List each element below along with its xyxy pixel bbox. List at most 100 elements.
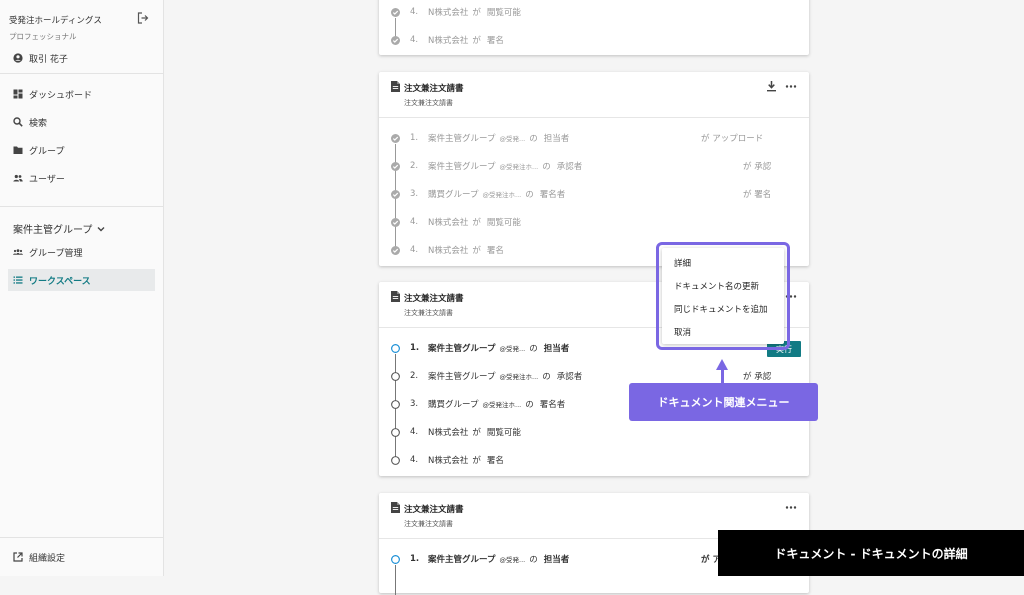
document-card: 注文兼注文請書 注文兼注文請書 1. 案件主管グループ @受発... の 担当者… (379, 72, 809, 266)
check-circle-icon (391, 35, 400, 45)
step-group: 購買グループ (428, 400, 479, 410)
workflow-step: 4. N株式会社 が 署名 (391, 32, 801, 48)
card-subtitle: 注文兼注文請書 (404, 99, 453, 107)
step-org: @受発注ホ... (482, 191, 522, 199)
step-number: 4. (410, 427, 419, 437)
check-circle-icon (391, 245, 400, 255)
card-title: 注文兼注文請書 (404, 84, 464, 94)
sidebar-item-label: ユーザー (29, 174, 65, 185)
step-connector-text: の (525, 190, 534, 200)
card-header: 注文兼注文請書 注文兼注文請書 (379, 72, 809, 118)
step-role: 閲覧可能 (486, 8, 521, 18)
step-connector-text: が (472, 246, 481, 256)
step-number: 1. (410, 554, 420, 564)
step-role: 担当者 (543, 555, 570, 565)
sidebar-item-dashboard[interactable]: ダッシュボード (8, 83, 155, 105)
sidebar-item-label: 組織設定 (29, 553, 66, 564)
callout-arrow-icon (716, 359, 728, 370)
workflow-step: 2. 案件主管グループ @受発注ホ... の 承認者 が 承認 (391, 158, 801, 174)
document-card: 4. N株式会社 が 閲覧可能 4. N株式会社 が 署名 (379, 0, 809, 55)
folder-icon (13, 146, 23, 154)
step-connector-text: が (472, 36, 481, 46)
document-icon (391, 291, 400, 302)
pending-step-circle-icon (391, 455, 400, 465)
step-group: 案件主管グループ (428, 372, 496, 382)
sidebar-item-workspace[interactable]: ワークスペース (8, 269, 155, 291)
step-group: 購買グループ (428, 190, 479, 200)
step-number: 4. (410, 455, 419, 465)
groups-icon (13, 249, 23, 255)
step-connector-text: の (529, 555, 538, 565)
caption-banner: ドキュメント - ドキュメントの詳細 (718, 530, 1024, 576)
step-group: 案件主管グループ (428, 162, 496, 172)
pending-step-circle-icon (391, 427, 400, 437)
step-number: 1. (410, 133, 419, 143)
step-connector-text: の (542, 162, 551, 172)
sidebar: 受発注ホールディングス プロフェッショナル 取引 花子 ダッシュボード 検索 グ… (0, 0, 164, 576)
download-icon[interactable] (766, 81, 777, 92)
check-circle-icon (391, 133, 400, 143)
step-connector-text: が (472, 8, 481, 18)
current-step-circle-icon (391, 554, 400, 564)
workflow-step: 2. 案件主管グループ @受発注ホ... の 承認者 が 承認 (391, 368, 801, 384)
sidebar-item-group[interactable]: グループ (8, 139, 155, 161)
check-circle-icon (391, 161, 400, 171)
step-role: 署名 (486, 456, 504, 466)
sidebar-item-label: ダッシュボード (29, 90, 93, 101)
check-circle-icon (391, 189, 400, 199)
workflow-step: 4. N株式会社 が 閲覧可能 (391, 214, 801, 230)
sidebar-item-search[interactable]: 検索 (8, 111, 155, 133)
step-group: N株式会社 (428, 246, 469, 256)
workflow-step: 4. N株式会社 が 閲覧可能 (391, 424, 801, 440)
divider (0, 537, 163, 538)
plan-label: プロフェッショナル (9, 32, 77, 41)
step-group: N株式会社 (428, 36, 469, 46)
workflow-step: 1. 案件主管グループ @受発... の 担当者 が アップロード (391, 130, 801, 146)
sidebar-item-users[interactable]: ユーザー (8, 167, 155, 189)
step-org: @受発注ホ... (482, 401, 522, 409)
group-name: 案件主管グループ (13, 225, 93, 236)
step-action: が 承認 (743, 372, 772, 382)
step-role: 署名者 (539, 190, 566, 200)
step-action: が アップロード (701, 134, 764, 144)
step-role: 担当者 (543, 134, 570, 144)
more-horizontal-icon[interactable] (785, 81, 797, 92)
sidebar-item-org-settings[interactable]: 組織設定 (8, 546, 155, 568)
step-connector-text: が (472, 428, 481, 438)
step-org: @受発... (499, 556, 526, 564)
pending-step-circle-icon (391, 371, 400, 381)
step-connector-text: が (472, 456, 481, 466)
logout-icon[interactable] (137, 12, 149, 24)
step-role: 閲覧可能 (486, 218, 521, 228)
step-group: N株式会社 (428, 428, 469, 438)
step-group: 案件主管グループ (428, 344, 496, 354)
workflow-step: 4. N株式会社 が 閲覧可能 (391, 4, 801, 20)
step-number: 2. (410, 161, 419, 171)
step-connector-text: の (525, 400, 534, 410)
sidebar-user[interactable]: 取引 花子 (8, 47, 155, 69)
step-number: 4. (410, 7, 419, 17)
step-number: 2. (410, 371, 419, 381)
external-link-icon (13, 552, 23, 562)
step-org: @受発注ホ... (499, 373, 539, 381)
card-title: 注文兼注文請書 (404, 505, 464, 515)
group-selector[interactable]: 案件主管グループ (13, 221, 106, 236)
step-role: 署名者 (539, 400, 566, 410)
check-circle-icon (391, 217, 400, 227)
step-group: 案件主管グループ (428, 134, 496, 144)
divider (0, 73, 163, 74)
more-horizontal-icon[interactable] (785, 502, 797, 513)
step-role: 担当者 (543, 344, 570, 354)
user-name: 取引 花子 (29, 54, 68, 65)
card-title: 注文兼注文請書 (404, 294, 464, 304)
divider (0, 206, 163, 207)
card-subtitle: 注文兼注文請書 (404, 309, 453, 317)
step-connector-text: の (529, 344, 538, 354)
chevron-down-icon (97, 226, 105, 231)
sidebar-item-group-management[interactable]: グループ管理 (8, 241, 155, 263)
sidebar-item-label: グループ管理 (29, 248, 83, 259)
step-number: 4. (410, 35, 419, 45)
document-icon (391, 502, 400, 513)
step-action: が 承認 (743, 162, 772, 172)
step-connector-text: が (472, 218, 481, 228)
